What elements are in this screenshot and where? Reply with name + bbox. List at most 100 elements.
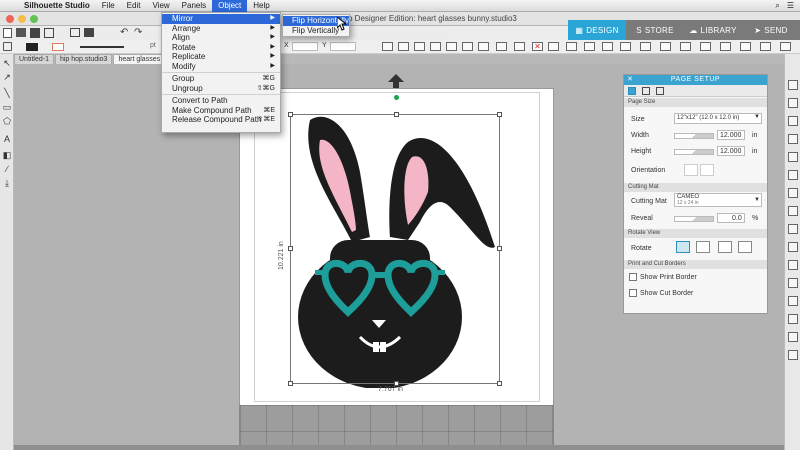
selection-box[interactable] [290, 114, 500, 384]
undo-icon[interactable]: ↶ [120, 27, 128, 38]
open-folder-icon[interactable] [16, 28, 26, 37]
menu-edit[interactable]: Edit [121, 0, 147, 12]
store-panel-icon[interactable] [788, 350, 798, 360]
tab-send[interactable]: ➤ SEND [742, 20, 800, 40]
menu-panels[interactable]: Panels [176, 0, 212, 12]
layers-icon[interactable] [780, 42, 791, 51]
line-style-selector[interactable] [80, 46, 124, 48]
close-window-icon[interactable] [6, 15, 14, 23]
resize-handle-bl[interactable] [288, 381, 293, 386]
show-print-border-checkbox[interactable] [629, 273, 637, 281]
menu-object[interactable]: Object [212, 0, 248, 12]
tab-library[interactable]: ☁ LIBRARY [684, 20, 742, 40]
ungroup-icon[interactable] [414, 42, 425, 51]
landscape-icon[interactable] [700, 164, 714, 176]
sketch-icon[interactable] [788, 188, 798, 198]
menu-item-convert-to-path[interactable]: Convert to Path [162, 96, 280, 106]
text-style-icon[interactable] [660, 42, 671, 51]
tab-store[interactable]: S STORE [626, 20, 684, 40]
weld-icon[interactable] [514, 42, 525, 51]
library-panel-icon[interactable] [788, 332, 798, 342]
menu-item-mirror[interactable]: Mirror ▶ [162, 14, 280, 24]
cut-icon[interactable] [70, 28, 80, 37]
redo-icon[interactable]: ↷ [134, 27, 142, 38]
compound-path-icon[interactable] [430, 42, 441, 51]
resize-handle-tr[interactable] [497, 112, 502, 117]
transform-panel-icon[interactable] [788, 224, 798, 234]
menu-view[interactable]: View [146, 0, 175, 12]
line-panel-icon[interactable] [700, 42, 711, 51]
eyedropper-icon[interactable]: ⤓ [2, 178, 12, 188]
eraser-icon[interactable]: ◧ [2, 150, 12, 160]
menu-item-align[interactable]: Align ▶ [162, 33, 280, 43]
gradient-icon[interactable] [788, 134, 798, 144]
panel-close-icon[interactable]: ✕ [627, 75, 633, 85]
offset-icon[interactable] [740, 42, 751, 51]
page-tab-icon[interactable] [628, 87, 636, 95]
menu-app-name[interactable]: Silhouette Studio [18, 0, 96, 12]
rotate-0-button[interactable] [676, 241, 690, 253]
grid-tab-icon[interactable] [642, 87, 650, 95]
new-file-icon[interactable] [3, 28, 12, 38]
zoom-out-icon[interactable] [584, 42, 595, 51]
fit-to-page-icon[interactable] [602, 42, 613, 51]
width-slider[interactable] [674, 133, 714, 139]
text-tool-icon[interactable]: A [2, 134, 12, 144]
show-cut-border-checkbox[interactable] [629, 289, 637, 297]
delete-icon[interactable]: ✕ [532, 42, 543, 51]
fill-settings-icon[interactable] [3, 42, 12, 51]
replicate-icon[interactable] [496, 42, 507, 51]
menu-help[interactable]: Help [247, 0, 275, 12]
select-tool-icon[interactable]: ↖ [2, 58, 12, 68]
menu-item-group[interactable]: Group ⌘G [162, 74, 280, 84]
line-tool-icon[interactable]: ╲ [2, 88, 12, 98]
resize-handle-br[interactable] [497, 381, 502, 386]
modify-panel-icon[interactable] [788, 260, 798, 270]
bring-forward-icon[interactable] [462, 42, 473, 51]
trace-panel-icon[interactable] [788, 296, 798, 306]
page-setup-icon[interactable] [788, 80, 798, 90]
align-icon[interactable] [382, 42, 393, 51]
send-backward-icon[interactable] [478, 42, 489, 51]
menu-item-modify[interactable]: Modify ▶ [162, 62, 280, 72]
duplicate-icon[interactable] [548, 42, 559, 51]
background-tab-icon[interactable] [656, 87, 664, 95]
rotate-90-button[interactable] [696, 241, 710, 253]
shape-icon[interactable] [640, 42, 651, 51]
line-color-swatch[interactable] [52, 43, 64, 51]
paste-icon[interactable] [84, 28, 94, 37]
release-path-icon[interactable] [446, 42, 457, 51]
pan-icon[interactable] [620, 42, 631, 51]
pattern-icon[interactable] [788, 152, 798, 162]
trace-icon[interactable] [760, 42, 771, 51]
grid-icon[interactable] [788, 98, 798, 108]
text-panel-icon[interactable] [788, 206, 798, 216]
replicate-panel-icon[interactable] [788, 242, 798, 252]
fill-icon[interactable] [788, 116, 798, 126]
menu-item-replicate[interactable]: Replicate ▶ [162, 52, 280, 62]
menu-file[interactable]: File [96, 0, 121, 12]
layers-panel-icon[interactable] [788, 314, 798, 324]
y-field[interactable] [330, 42, 356, 51]
save-icon[interactable] [30, 28, 40, 38]
height-slider[interactable] [674, 149, 714, 155]
zoom-in-icon[interactable] [566, 42, 577, 51]
rectangle-tool-icon[interactable]: ▭ [2, 102, 12, 112]
group-icon[interactable] [398, 42, 409, 51]
horizontal-scrollbar[interactable] [14, 445, 784, 450]
fill-color-swatch[interactable] [26, 43, 38, 51]
transform-icon[interactable] [720, 42, 731, 51]
reveal-slider[interactable] [674, 216, 714, 222]
rotate-handle[interactable] [394, 95, 399, 100]
resize-handle-mr[interactable] [497, 246, 502, 251]
fill-panel-icon[interactable] [680, 42, 691, 51]
resize-handle-tc[interactable] [394, 112, 399, 117]
point-edit-icon[interactable]: ↗ [2, 72, 12, 82]
rotate-270-button[interactable] [738, 241, 752, 253]
doc-tab-untitled[interactable]: Untitled-1 [14, 54, 54, 64]
print-icon[interactable] [44, 28, 54, 38]
zoom-window-icon[interactable] [30, 15, 38, 23]
doc-tab-hip-hop[interactable]: hip hop.studio3 [54, 54, 113, 64]
spotlight-search-icon[interactable]: ⌕ [775, 0, 779, 12]
minimize-window-icon[interactable] [18, 15, 26, 23]
